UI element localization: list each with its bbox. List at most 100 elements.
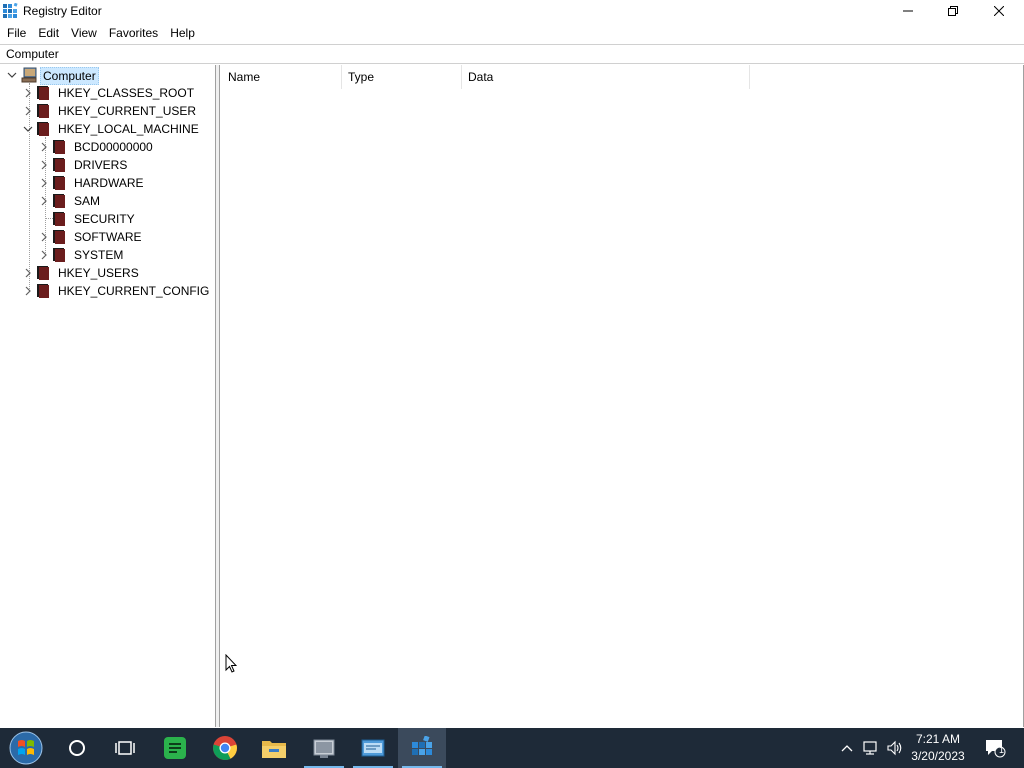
app-icon-2 [361,739,385,757]
task-view-icon [115,741,135,755]
column-header-data[interactable]: Data [461,65,750,89]
tree-label: HKEY_LOCAL_MACHINE [58,122,199,136]
cortana-search-button[interactable] [53,728,101,768]
taskbar-app[interactable] [300,728,348,768]
show-hidden-icons-button[interactable] [837,728,857,768]
folder-icon [53,230,65,244]
tree-item-drivers[interactable]: DRIVERS [0,156,215,174]
tree-label: SOFTWARE [74,230,142,244]
volume-icon [887,740,902,756]
pane-splitter[interactable] [216,65,220,727]
folder-icon [37,104,49,118]
windows-orb-icon [9,731,43,765]
tree-item-security[interactable]: SECURITY [0,210,215,228]
taskbar-file-explorer[interactable] [250,728,298,768]
chevron-right-icon[interactable] [23,268,33,278]
chevron-right-icon[interactable] [39,142,49,152]
tree-item-system[interactable]: SYSTEM [0,246,215,264]
taskbar-chrome[interactable] [201,728,249,768]
tree-label: SYSTEM [74,248,124,262]
taskbar-app-2[interactable] [349,728,397,768]
chevron-right-icon[interactable] [23,88,33,98]
window-title: Registry Editor [23,4,102,18]
chevron-up-icon [841,745,853,752]
address-bar[interactable]: Computer [0,44,1024,64]
chrome-icon [213,736,237,760]
network-tray-button[interactable] [860,728,882,768]
computer-icon [21,67,37,83]
tree-item-sam[interactable]: SAM [0,192,215,210]
tree-label: HKEY_CLASSES_ROOT [58,86,195,100]
column-header-type[interactable]: Type [341,65,462,89]
menu-edit[interactable]: Edit [32,23,65,43]
tree-label: HKEY_USERS [58,266,139,280]
folder-icon [53,158,65,172]
chevron-right-icon[interactable] [23,286,33,296]
chevron-right-icon[interactable] [39,232,49,242]
chevron-right-icon[interactable] [39,160,49,170]
network-icon [863,741,877,755]
folder-icon [53,176,65,190]
tree-item-bcd[interactable]: BCD00000000 [0,138,215,156]
mouse-cursor-icon [225,654,237,673]
tree-label-computer: Computer [40,67,99,85]
tree-item-hardware[interactable]: HARDWARE [0,174,215,192]
start-button[interactable] [2,728,50,768]
taskbar-sticky-app[interactable] [151,728,199,768]
folder-icon [53,212,65,226]
chevron-right-icon[interactable] [39,250,49,260]
tree-label: HKEY_CURRENT_USER [58,104,197,118]
tree-label: DRIVERS [74,158,128,172]
values-list-pane[interactable]: Name Type Data [221,65,1024,727]
menu-favorites[interactable]: Favorites [103,23,164,43]
folder-icon [37,86,49,100]
tree-item-hkey-current-user[interactable]: HKEY_CURRENT_USER [0,102,215,120]
sticky-app-icon [164,737,186,759]
close-icon [994,6,1004,16]
tree-label: SAM [74,194,101,208]
action-center-button[interactable]: 1 [975,728,1015,768]
tree-item-hkey-current-config[interactable]: HKEY_CURRENT_CONFIG [0,282,215,300]
folder-icon [53,140,65,154]
notification-count: 1 [999,745,1005,755]
folder-icon [53,194,65,208]
chevron-right-icon[interactable] [23,106,33,116]
taskbar-registry-editor[interactable] [398,728,446,768]
tree-item-hkey-users[interactable]: HKEY_USERS [0,264,215,282]
tree-label: HKEY_CURRENT_CONFIG [58,284,210,298]
tree-item-hkey-classes-root[interactable]: HKEY_CLASSES_ROOT [0,84,215,102]
clock-date: 3/20/2023 [911,749,965,763]
column-header-name[interactable]: Name [221,65,342,89]
minimize-button[interactable] [885,0,931,22]
taskbar-clock[interactable]: 7:21 AM 3/20/2023 [906,731,970,765]
chevron-down-icon[interactable] [23,124,33,134]
folder-icon [37,284,49,298]
chevron-right-icon[interactable] [39,178,49,188]
taskbar: 7:21 AM 3/20/2023 1 [0,728,1024,768]
tree-item-computer[interactable]: Computer [0,66,215,85]
folder-icon [37,122,49,136]
chevron-down-icon[interactable] [7,70,17,80]
menu-help[interactable]: Help [164,23,201,43]
task-view-button[interactable] [101,728,149,768]
restore-button[interactable] [930,0,976,22]
tree-pane[interactable]: Computer HKEY_CLASSES_ROOT HKEY_CURRENT_… [0,65,216,727]
tree-label: SECURITY [74,212,135,226]
restore-icon [948,6,958,16]
tree-item-software[interactable]: SOFTWARE [0,228,215,246]
chevron-right-icon[interactable] [39,196,49,206]
registry-editor-icon [412,736,432,755]
menu-view[interactable]: View [65,23,103,43]
folder-icon [37,266,49,280]
tree-item-hkey-local-machine[interactable]: HKEY_LOCAL_MACHINE [0,120,215,138]
menu-file[interactable]: File [0,23,32,43]
title-bar: Registry Editor [0,0,1024,22]
close-button[interactable] [976,0,1022,22]
volume-tray-button[interactable] [884,728,906,768]
registry-editor-icon [3,3,18,18]
menu-bar: File Edit View Favorites Help [0,23,1024,43]
folder-icon [53,248,65,262]
tree-label: HARDWARE [74,176,144,190]
app-icon [313,739,335,758]
list-header: Name Type Data [221,65,1024,89]
